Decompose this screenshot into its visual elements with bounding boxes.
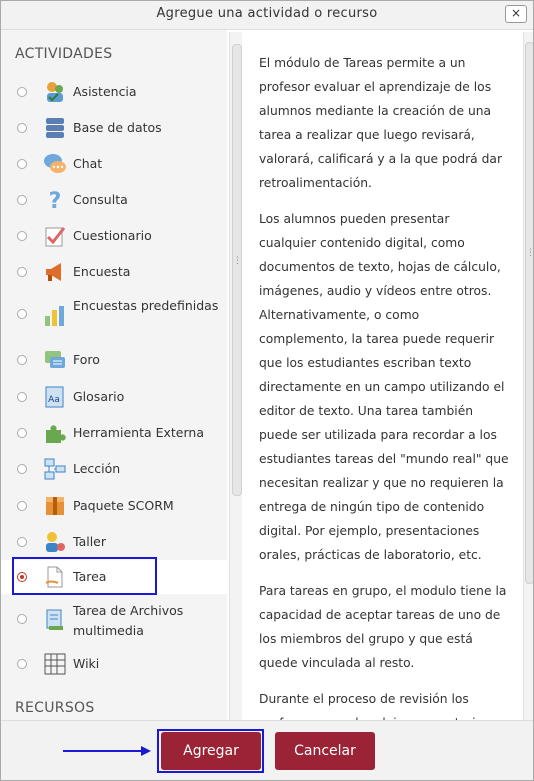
activity-label: Cuestionario bbox=[73, 228, 152, 243]
activity-option-base-de-datos[interactable]: Base de datos bbox=[1, 116, 227, 140]
scrollbar-thumb[interactable] bbox=[525, 42, 533, 584]
activity-label: Taller bbox=[73, 534, 107, 549]
bar-chart-icon bbox=[45, 306, 64, 326]
activity-label: Glosario bbox=[73, 389, 125, 404]
radio-button[interactable] bbox=[17, 195, 27, 205]
activity-label: Foro bbox=[73, 352, 100, 367]
wiki-icon bbox=[44, 653, 66, 675]
radio-button[interactable] bbox=[17, 501, 27, 511]
activity-option-herramienta-externa[interactable]: Herramienta Externa bbox=[1, 421, 227, 445]
radio-button[interactable] bbox=[17, 267, 27, 277]
radio-button[interactable] bbox=[17, 123, 27, 133]
radio-button[interactable] bbox=[17, 87, 27, 97]
activity-option-paquete-scorm[interactable]: Paquete SCORM bbox=[1, 494, 227, 518]
dialog-footer: Agregar Cancelar bbox=[1, 720, 533, 780]
activity-label: Wiki bbox=[73, 656, 100, 671]
activity-label: Tarea de Archivos multimedia bbox=[73, 603, 184, 638]
selection-highlight-box bbox=[12, 557, 157, 595]
workshop-icon bbox=[46, 532, 65, 552]
dialog-title: Agregue una actividad o recurso bbox=[156, 6, 378, 21]
radio-button[interactable] bbox=[17, 614, 27, 624]
arrow-icon bbox=[63, 746, 151, 756]
activity-label: Asistencia bbox=[73, 84, 137, 99]
activity-option-glosario[interactable]: Aa Glosario bbox=[1, 385, 227, 409]
radio-button[interactable] bbox=[17, 659, 27, 669]
database-icon bbox=[46, 118, 64, 138]
activity-label: Herramienta Externa bbox=[73, 425, 204, 440]
description-paragraph: Para tareas en grupo, el modulo tiene la… bbox=[259, 584, 507, 670]
description-paragraph: Los alumnos pueden presentar cualquier c… bbox=[259, 212, 509, 562]
puzzle-icon bbox=[46, 425, 66, 443]
activities-header: ACTIVIDADES bbox=[15, 46, 113, 62]
multimedia-assignment-icon bbox=[46, 609, 63, 630]
chat-icon bbox=[44, 154, 66, 173]
activity-label: Consulta bbox=[73, 192, 128, 207]
activity-option-taller[interactable]: Taller bbox=[1, 530, 227, 554]
description-paragraph: El módulo de Tareas permite a un profeso… bbox=[259, 56, 503, 190]
activity-label: Paquete SCORM bbox=[73, 498, 174, 513]
activity-option-consulta[interactable]: ? Consulta bbox=[1, 188, 227, 212]
activity-option-encuesta[interactable]: Encuesta bbox=[1, 260, 227, 284]
radio-button[interactable] bbox=[17, 464, 27, 474]
resources-header: RECURSOS bbox=[15, 700, 95, 716]
radio-button[interactable] bbox=[17, 428, 27, 438]
activity-label: Lección bbox=[73, 461, 121, 476]
attendance-icon bbox=[47, 82, 63, 102]
svg-text:?: ? bbox=[49, 189, 62, 212]
lesson-icon bbox=[44, 458, 66, 480]
activity-option-wiki[interactable]: Wiki bbox=[1, 652, 227, 676]
forum-icon bbox=[45, 351, 65, 368]
activity-option-tarea-archivos-multimedia[interactable]: Tarea de Archivos multimedia bbox=[1, 601, 227, 645]
question-icon: ? bbox=[49, 189, 62, 212]
megaphone-icon bbox=[46, 263, 61, 281]
activity-option-chat[interactable]: Chat bbox=[1, 152, 227, 176]
svg-text:Aa: Aa bbox=[48, 395, 60, 405]
activity-option-foro[interactable]: Foro bbox=[1, 348, 227, 372]
activity-label: Base de datos bbox=[73, 120, 162, 135]
resize-grip-icon: ⋮ bbox=[526, 249, 533, 258]
activity-label: Encuestas predefinidas bbox=[73, 298, 219, 313]
activity-label: Encuesta bbox=[73, 264, 131, 279]
activity-list-panel: ACTIVIDADES Asistencia Base de datos Cha… bbox=[1, 30, 227, 720]
glossary-icon: Aa bbox=[45, 386, 64, 408]
radio-button[interactable] bbox=[17, 231, 27, 241]
activity-option-asistencia[interactable]: Asistencia bbox=[1, 80, 227, 104]
add-button[interactable]: Agregar bbox=[161, 732, 261, 770]
radio-button[interactable] bbox=[17, 159, 27, 169]
activity-option-encuestas-predefinidas[interactable]: Encuestas predefinidas bbox=[1, 296, 227, 340]
quiz-icon bbox=[45, 227, 66, 247]
close-button[interactable]: × bbox=[505, 5, 527, 23]
package-icon bbox=[46, 497, 64, 515]
activity-label: Chat bbox=[73, 156, 103, 171]
dialog-titlebar: Agregue una actividad o recurso × bbox=[1, 1, 533, 30]
description-scrollbar[interactable] bbox=[523, 32, 533, 720]
activity-option-cuestionario[interactable]: Cuestionario bbox=[1, 224, 227, 248]
activity-option-leccion[interactable]: Lección bbox=[1, 457, 227, 481]
radio-button[interactable] bbox=[17, 537, 27, 547]
add-activity-dialog: Agregue una actividad o recurso × ACTIVI… bbox=[0, 0, 534, 781]
radio-button[interactable] bbox=[17, 355, 27, 365]
radio-button[interactable] bbox=[17, 309, 27, 319]
description-paragraph: Durante el proceso de revisión los profe… bbox=[259, 692, 501, 720]
description-panel: El módulo de Tareas permite a un profeso… bbox=[241, 30, 523, 720]
radio-button[interactable] bbox=[17, 392, 27, 402]
cancel-button[interactable]: Cancelar bbox=[275, 732, 375, 770]
